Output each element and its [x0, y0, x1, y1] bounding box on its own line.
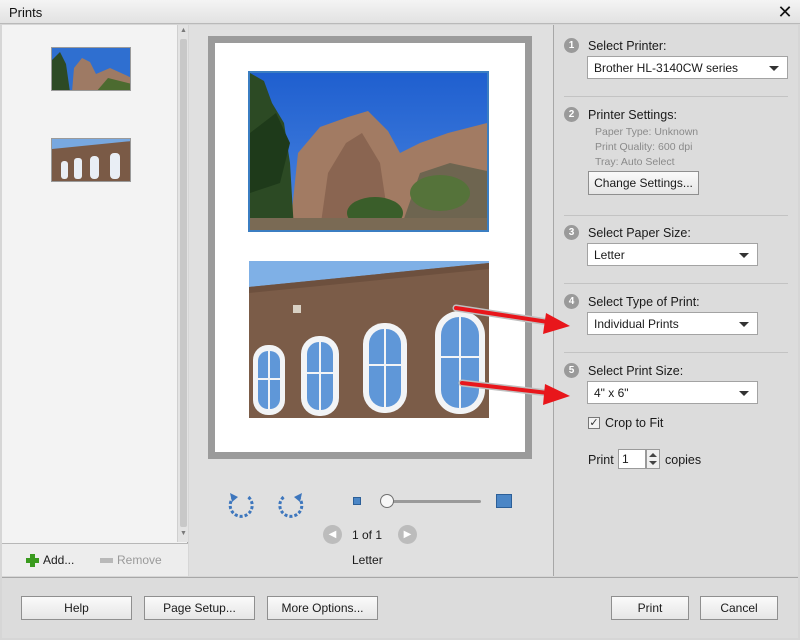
select-paper-size-title: Select Paper Size:: [588, 226, 691, 240]
step-2-badge: 2: [564, 107, 579, 122]
step-4-badge: 4: [564, 294, 579, 309]
tray-info: Tray: Auto Select: [595, 156, 675, 168]
add-button[interactable]: Add...: [26, 553, 74, 567]
select-print-size-title: Select Print Size:: [588, 364, 684, 378]
zoom-slider[interactable]: [383, 500, 481, 503]
cancel-button[interactable]: Cancel: [700, 596, 778, 620]
divider: [564, 96, 788, 97]
zoom-slider-handle[interactable]: [380, 494, 394, 508]
copies-label: copies: [665, 453, 702, 467]
zoom-out-icon[interactable]: [353, 497, 361, 505]
close-icon[interactable]: ✕: [774, 2, 796, 22]
scroll-down-icon[interactable]: ▼: [179, 530, 188, 540]
rotate-left-icon[interactable]: [227, 491, 255, 519]
settings-panel: 1 Select Printer: Brother HL-3140CW seri…: [553, 25, 798, 576]
thumbnail-panel: ▲ ▼ Add... Remove: [2, 25, 188, 576]
help-button[interactable]: Help: [21, 596, 132, 620]
select-type-of-print-title: Select Type of Print:: [588, 295, 700, 309]
plus-icon: [26, 553, 39, 567]
divider: [564, 215, 788, 216]
window-title: Prints: [9, 5, 43, 20]
paper-size-value: Letter: [594, 248, 625, 262]
thumbnail-cliff[interactable]: [51, 47, 131, 91]
print-size-select[interactable]: 4" x 6": [587, 381, 758, 404]
printer-settings-title: Printer Settings:: [588, 108, 677, 122]
chevron-down-icon: [739, 322, 749, 327]
print-copies-label: Print: [588, 453, 614, 467]
remove-label: Remove: [117, 553, 162, 567]
print-quality-info: Print Quality: 600 dpi: [595, 141, 693, 153]
scroll-thumb[interactable]: [180, 39, 187, 527]
stepper-down-icon[interactable]: [649, 461, 657, 465]
divider: [564, 283, 788, 284]
chevron-down-icon: [739, 253, 749, 258]
print-size-value: 4" x 6": [594, 386, 629, 400]
change-settings-button[interactable]: Change Settings...: [588, 171, 699, 195]
thumbnail-footer: Add... Remove: [2, 543, 188, 576]
thumbnail-scrollbar[interactable]: ▲ ▼: [177, 25, 188, 542]
crop-to-fit-label: Crop to Fit: [605, 416, 664, 430]
step-5-badge: 5: [564, 363, 579, 378]
page-count: 1 of 1: [352, 528, 383, 542]
more-options-button[interactable]: More Options...: [267, 596, 378, 620]
stepper-up-icon[interactable]: [649, 453, 657, 457]
previous-page-button[interactable]: ◀: [323, 525, 342, 544]
title-bar: Prints ✕: [0, 0, 800, 24]
preview-photo-cliff[interactable]: [248, 71, 489, 232]
copies-stepper[interactable]: [646, 449, 660, 469]
preview-photo-wall[interactable]: [249, 261, 489, 418]
step-3-badge: 3: [564, 225, 579, 240]
scroll-up-icon[interactable]: ▲: [179, 27, 188, 37]
crop-to-fit-checkbox[interactable]: ✓: [588, 417, 600, 429]
printer-select-value: Brother HL-3140CW series: [594, 61, 739, 75]
divider: [564, 352, 788, 353]
paper-size-select[interactable]: Letter: [587, 243, 758, 266]
minus-icon: [100, 557, 113, 563]
paper-size-label: Letter: [352, 553, 383, 567]
zoom-in-icon[interactable]: [496, 494, 512, 508]
thumbnail-wall[interactable]: [51, 138, 131, 182]
print-type-value: Individual Prints: [594, 317, 679, 331]
add-label: Add...: [43, 553, 75, 567]
remove-button[interactable]: Remove: [100, 553, 162, 567]
print-preview: ◀ 1 of 1 ▶ Letter: [189, 25, 553, 576]
chevron-down-icon: [739, 391, 749, 396]
page-setup-button[interactable]: Page Setup...: [144, 596, 255, 620]
printer-select[interactable]: Brother HL-3140CW series: [587, 56, 788, 79]
rotate-right-icon[interactable]: [277, 491, 305, 519]
paper-type-info: Paper Type: Unknown: [595, 126, 699, 138]
chevron-down-icon: [769, 66, 779, 71]
step-1-badge: 1: [564, 38, 579, 53]
print-button[interactable]: Print: [611, 596, 689, 620]
bottom-button-bar: Help Page Setup... More Options... Print…: [2, 577, 798, 638]
next-page-button[interactable]: ▶: [398, 525, 417, 544]
select-printer-title: Select Printer:: [588, 39, 667, 53]
copies-input[interactable]: 1: [618, 449, 646, 469]
print-type-select[interactable]: Individual Prints: [587, 312, 758, 335]
